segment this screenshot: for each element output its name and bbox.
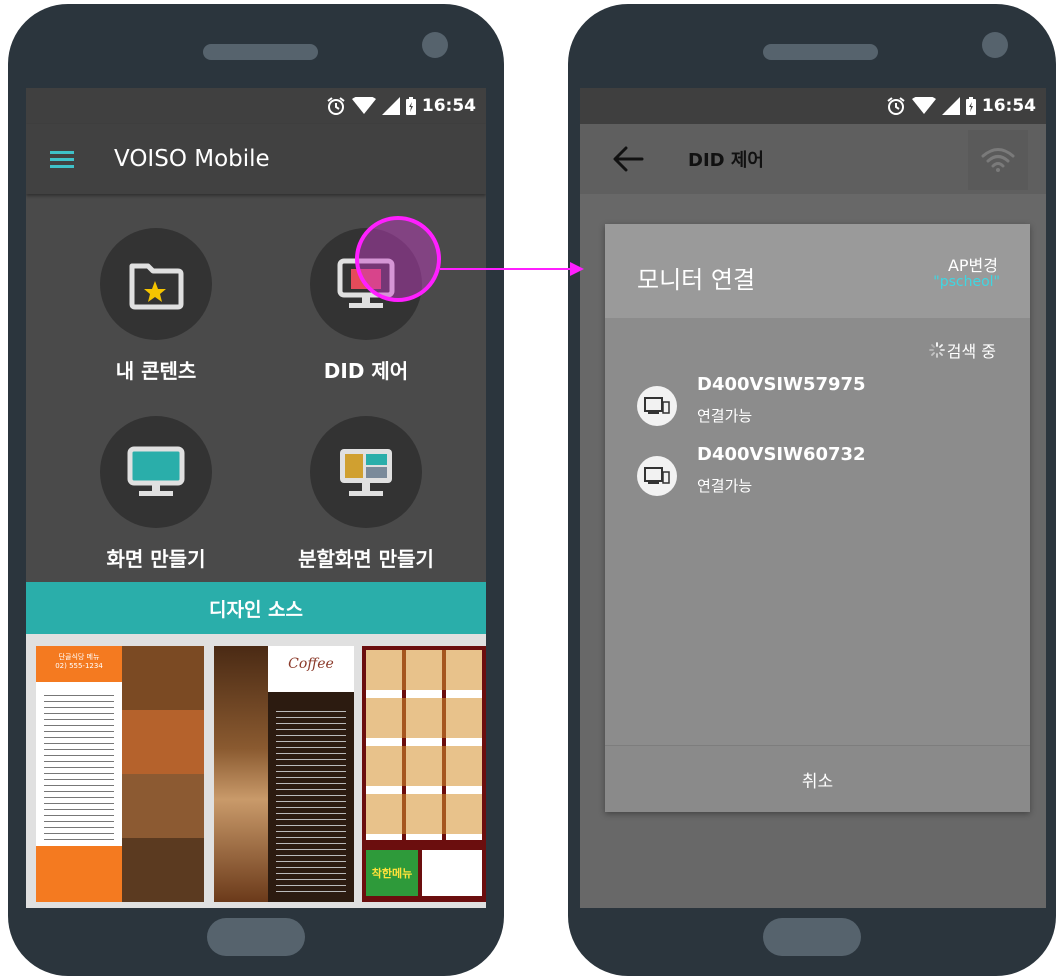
back-arrow-icon[interactable] bbox=[612, 146, 644, 172]
search-status: 검색 중 bbox=[928, 338, 996, 362]
wifi-signal-icon bbox=[911, 97, 936, 114]
thumbnail-coffee-title: Coffee bbox=[268, 646, 354, 692]
menu-item-my-contents[interactable]: 내 콘텐츠 bbox=[56, 228, 256, 384]
app-bar: DID 제어 bbox=[580, 124, 1046, 194]
coffee-list-lines bbox=[276, 706, 346, 896]
device-status: 연결가능 bbox=[697, 407, 753, 425]
menu-label: 내 콘텐츠 bbox=[115, 359, 197, 383]
tap-highlight-circle bbox=[355, 216, 441, 302]
wifi-button[interactable] bbox=[968, 130, 1028, 190]
right-phone-frame: 16:54 DID 제어 모니터 연결 AP변경 "pscheol" 검색 중 … bbox=[568, 4, 1056, 976]
app-bar: VOISO Mobile bbox=[26, 124, 486, 194]
status-bar: 16:54 bbox=[580, 88, 1046, 124]
thumbnail-korean-menu[interactable]: 단골식당 메뉴 02) 555-1234 bbox=[36, 646, 204, 902]
menu-label: 분할화면 만들기 bbox=[298, 547, 434, 571]
ap-ssid: "pscheol" bbox=[933, 274, 1000, 290]
menu-label: 화면 만들기 bbox=[106, 547, 206, 571]
design-thumbnails: 단골식당 메뉴 02) 555-1234 Coffee 착한메뉴 bbox=[26, 634, 486, 908]
dialog-header: 모니터 연결 AP변경 "pscheol" bbox=[605, 224, 1030, 318]
device-name: D400VSIW57975 bbox=[697, 374, 866, 395]
monitor-connect-dialog: 모니터 연결 AP변경 "pscheol" 검색 중 D400VSIW57975… bbox=[605, 224, 1030, 812]
split-monitor-icon bbox=[340, 449, 392, 496]
speaker-grille bbox=[203, 44, 318, 60]
ap-change-button[interactable]: AP변경 bbox=[948, 252, 998, 276]
annotation-arrow-head bbox=[570, 262, 584, 276]
dimmed-background: 모니터 연결 AP변경 "pscheol" 검색 중 D400VSIW57975… bbox=[580, 194, 1046, 908]
loading-spinner-icon bbox=[928, 342, 945, 358]
menu-item-create-split-screen[interactable]: 분할화면 만들기 bbox=[266, 416, 466, 572]
left-screen: 16:54 VOISO Mobile 내 콘텐츠 DID 제어 화면 만들기 분… bbox=[26, 88, 486, 908]
thumbnail-burger-menu[interactable]: 착한메뉴 bbox=[362, 646, 486, 902]
alarm-icon bbox=[887, 97, 905, 115]
device-status: 연결가능 bbox=[697, 477, 753, 495]
status-time: 16:54 bbox=[421, 96, 476, 116]
device-item[interactable]: D400VSIW60732 연결가능 bbox=[637, 444, 866, 496]
device-item[interactable]: D400VSIW57975 연결가능 bbox=[637, 374, 866, 426]
cell-signal-icon bbox=[941, 97, 960, 115]
alarm-icon bbox=[327, 97, 345, 115]
right-screen: 16:54 DID 제어 모니터 연결 AP변경 "pscheol" 검색 중 … bbox=[580, 88, 1046, 908]
search-status-text: 검색 중 bbox=[946, 342, 996, 361]
device-monitor-icon bbox=[644, 397, 670, 414]
app-title: VOISO Mobile bbox=[114, 146, 270, 172]
front-camera bbox=[982, 32, 1008, 58]
thumbnail-promo-label: 착한메뉴 bbox=[366, 850, 418, 896]
device-name: D400VSIW60732 bbox=[697, 444, 866, 465]
thumbnail-menu-title: 단골식당 메뉴 bbox=[58, 653, 100, 661]
wifi-signal-icon bbox=[351, 97, 376, 114]
design-source-header[interactable]: 디자인 소스 bbox=[26, 582, 486, 634]
dialog-title: 모니터 연결 bbox=[637, 266, 756, 294]
menu-item-create-screen[interactable]: 화면 만들기 bbox=[56, 416, 256, 572]
menu-label: DID 제어 bbox=[323, 359, 409, 383]
cancel-button[interactable]: 취소 bbox=[605, 745, 1030, 812]
battery-icon bbox=[965, 97, 976, 115]
device-monitor-icon bbox=[644, 467, 670, 484]
monitor-icon bbox=[127, 446, 185, 496]
left-phone-frame: 16:54 VOISO Mobile 내 콘텐츠 DID 제어 화면 만들기 분… bbox=[8, 4, 504, 976]
menu-list-lines bbox=[44, 690, 114, 840]
thumbnail-menu-phone: 02) 555-1234 bbox=[55, 662, 103, 670]
page-title: DID 제어 bbox=[688, 150, 764, 171]
hamburger-menu-icon[interactable] bbox=[50, 147, 74, 172]
annotation-arrow-line bbox=[440, 268, 572, 270]
home-button[interactable] bbox=[207, 918, 305, 956]
folder-star-icon bbox=[129, 263, 184, 310]
cell-signal-icon bbox=[381, 97, 400, 115]
speaker-grille bbox=[763, 44, 878, 60]
battery-icon bbox=[405, 97, 416, 115]
home-button[interactable] bbox=[763, 918, 861, 956]
wifi-icon bbox=[981, 148, 1015, 172]
status-bar: 16:54 bbox=[26, 88, 486, 124]
thumbnail-coffee-menu[interactable]: Coffee bbox=[214, 646, 354, 902]
status-time: 16:54 bbox=[981, 96, 1036, 116]
front-camera bbox=[422, 32, 448, 58]
